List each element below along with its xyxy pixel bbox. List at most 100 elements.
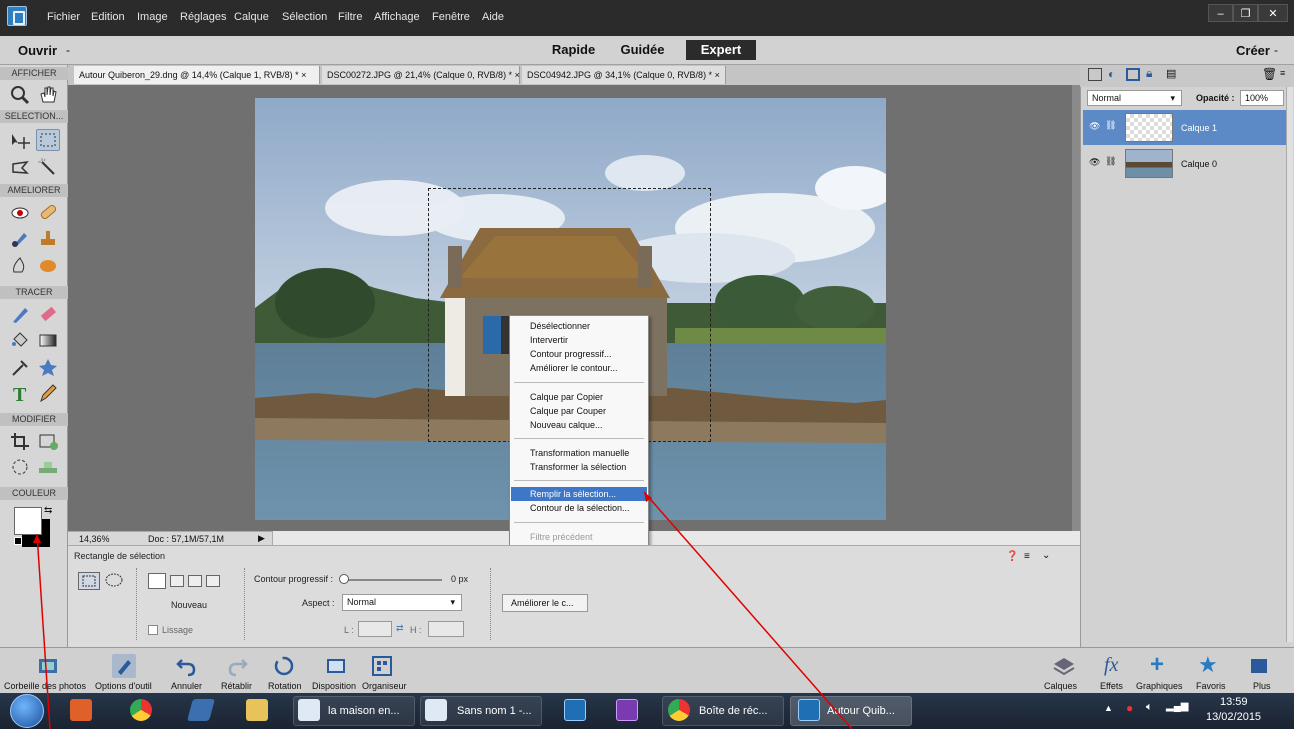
options-menu-icon[interactable]: ≡ bbox=[1024, 551, 1030, 562]
menu-fenetre[interactable]: Fenêtre bbox=[432, 11, 470, 23]
tab-dsc00272[interactable]: DSC00272.JPG @ 21,4% (Calque 0, RVB/8) *… bbox=[322, 66, 520, 84]
vertical-scrollbar[interactable] bbox=[1072, 85, 1080, 531]
clock-date[interactable]: 13/02/2015 bbox=[1206, 711, 1261, 723]
menu-item-contour-selection[interactable]: Contour de la sélection... bbox=[511, 501, 647, 515]
rotate-label[interactable]: Rotation bbox=[268, 681, 302, 691]
layer-row[interactable]: 👁︎ ⛓︎ Calque 0 bbox=[1083, 146, 1289, 181]
graphics-icon[interactable]: + bbox=[1150, 653, 1174, 678]
network-icon[interactable]: ▂▄▆ bbox=[1166, 701, 1188, 712]
clock-time[interactable]: 13:59 bbox=[1220, 696, 1248, 708]
undo-icon[interactable] bbox=[174, 654, 198, 678]
minimize-button[interactable]: – bbox=[1208, 4, 1233, 22]
menu-item-remplir-selection[interactable]: Remplir la sélection... bbox=[511, 487, 647, 501]
photoshop-elements-icon[interactable] bbox=[564, 699, 586, 721]
eyedropper-tool-icon[interactable] bbox=[8, 356, 32, 378]
gradient-tool-icon[interactable] bbox=[36, 329, 60, 351]
trash-icon[interactable]: 🗑︎ bbox=[1262, 67, 1277, 81]
default-colors-icon[interactable] bbox=[14, 537, 22, 545]
status-menu-icon[interactable]: ▶ bbox=[258, 532, 265, 545]
recompose-tool-icon[interactable] bbox=[36, 430, 60, 452]
add-selection-mode-icon[interactable] bbox=[170, 575, 184, 587]
premiere-elements-icon[interactable] bbox=[616, 699, 638, 721]
straighten-tool-icon[interactable] bbox=[36, 456, 60, 478]
photo-bin-icon[interactable] bbox=[36, 654, 60, 678]
rect-marquee-option-icon[interactable] bbox=[78, 572, 100, 590]
more-icon[interactable] bbox=[1248, 654, 1272, 678]
clone-stamp-tool-icon[interactable] bbox=[36, 227, 60, 249]
rectangle-marquee-tool-icon[interactable] bbox=[36, 129, 60, 151]
new-selection-mode-icon[interactable] bbox=[148, 573, 166, 589]
menu-item-deselectionner[interactable]: Désélectionner bbox=[511, 319, 647, 333]
lasso-tool-icon[interactable] bbox=[8, 156, 32, 178]
opacity-input[interactable]: 100% bbox=[1240, 90, 1284, 106]
blend-mode-select[interactable]: Normal ▾ bbox=[1087, 90, 1182, 106]
open-dropdown-icon[interactable]: - bbox=[66, 43, 70, 57]
layout-label[interactable]: Disposition bbox=[312, 681, 356, 691]
custom-shape-tool-icon[interactable] bbox=[36, 356, 60, 378]
menu-item-transformation-manuelle[interactable]: Transformation manuelle bbox=[511, 446, 647, 460]
mode-rapide-button[interactable]: Rapide bbox=[545, 40, 602, 60]
menu-affichage[interactable]: Affichage bbox=[374, 11, 420, 23]
magic-wand-tool-icon[interactable] bbox=[36, 156, 60, 178]
redo-label[interactable]: Rétablir bbox=[221, 681, 252, 691]
menu-edition[interactable]: Edition bbox=[91, 11, 125, 23]
redo-icon[interactable] bbox=[226, 654, 250, 678]
layout-icon[interactable] bbox=[324, 654, 348, 678]
graphics-label[interactable]: Graphiques bbox=[1136, 681, 1183, 691]
menu-selection[interactable]: Sélection bbox=[282, 11, 327, 23]
lock-icon[interactable]: 🔒︎ bbox=[1146, 66, 1152, 81]
tab-autour-quiberon[interactable]: Autour Quiberon_29.dng @ 14,4% (Calque 1… bbox=[74, 66, 320, 84]
menu-aide[interactable]: Aide bbox=[482, 11, 504, 23]
paint-bucket-tool-icon[interactable] bbox=[8, 329, 32, 351]
collapse-icon[interactable]: ⌄ bbox=[1042, 550, 1050, 561]
layers-label[interactable]: Calques bbox=[1044, 681, 1077, 691]
favorites-icon[interactable]: ★ bbox=[1198, 654, 1222, 678]
sponge-tool-icon[interactable] bbox=[36, 254, 60, 276]
type-tool-icon[interactable]: T bbox=[8, 382, 32, 406]
rotate-icon[interactable] bbox=[272, 654, 296, 678]
intersect-selection-mode-icon[interactable] bbox=[206, 575, 220, 587]
menu-item-transformer-selection[interactable]: Transformer la sélection bbox=[511, 460, 647, 474]
mode-expert-button[interactable]: Expert bbox=[686, 40, 756, 60]
menu-item-intervertir[interactable]: Intervertir bbox=[511, 333, 647, 347]
adjustment-layer-icon[interactable]: ◐ bbox=[1108, 67, 1115, 81]
menu-item-calque-par-couper[interactable]: Calque par Couper bbox=[511, 404, 647, 418]
layer-row[interactable]: 👁︎ ⛓︎ Calque 1 bbox=[1083, 110, 1289, 145]
width-input[interactable] bbox=[358, 621, 392, 637]
height-input[interactable] bbox=[428, 621, 464, 637]
panel-menu-icon[interactable]: ≡ bbox=[1280, 68, 1285, 78]
menu-item-filtre-precedent[interactable]: Filtre précédent bbox=[511, 530, 647, 544]
chain-link-icon[interactable]: ⛓︎ bbox=[1105, 156, 1116, 167]
menu-item-ameliorer-contour[interactable]: Améliorer le contour... bbox=[511, 361, 647, 375]
restore-button[interactable]: ❐ bbox=[1233, 4, 1258, 22]
red-eye-tool-icon[interactable] bbox=[8, 201, 32, 223]
move-tool-icon[interactable] bbox=[8, 131, 32, 153]
open-button[interactable]: Ouvrir bbox=[18, 43, 57, 58]
layer-name[interactable]: Calque 1 bbox=[1181, 123, 1217, 133]
antivirus-icon[interactable]: ● bbox=[1126, 701, 1133, 715]
swap-dimensions-icon[interactable]: ⇄ bbox=[396, 623, 404, 634]
show-hidden-icons[interactable]: ▲ bbox=[1104, 703, 1113, 713]
blur-tool-icon[interactable] bbox=[8, 254, 32, 276]
picasa-icon[interactable] bbox=[130, 699, 152, 721]
zoom-tool-icon[interactable] bbox=[8, 84, 32, 106]
feather-slider-track[interactable] bbox=[346, 579, 442, 581]
pencil-tool-icon[interactable] bbox=[36, 382, 60, 404]
menu-calque[interactable]: Calque bbox=[234, 11, 269, 23]
menu-item-nouveau-calque[interactable]: Nouveau calque... bbox=[511, 418, 647, 432]
tool-options-label[interactable]: Options d'outil bbox=[95, 681, 152, 691]
feather-slider-handle[interactable] bbox=[339, 574, 349, 584]
visibility-eye-icon[interactable]: 👁︎ bbox=[1089, 121, 1100, 132]
create-button[interactable]: Créer bbox=[1236, 43, 1270, 58]
media-player-icon[interactable] bbox=[70, 699, 92, 721]
book-icon[interactable] bbox=[187, 699, 215, 721]
effects-icon[interactable]: fx bbox=[1104, 654, 1128, 678]
explorer-icon[interactable] bbox=[246, 699, 268, 721]
more-label[interactable]: Plus bbox=[1253, 681, 1271, 691]
layer-mask-icon[interactable] bbox=[1126, 68, 1140, 81]
refine-edge-button[interactable]: Améliorer le c... bbox=[502, 594, 588, 612]
start-button[interactable] bbox=[10, 694, 44, 728]
brush-tool-icon[interactable] bbox=[8, 303, 32, 325]
smart-brush-tool-icon[interactable] bbox=[8, 227, 32, 249]
new-layer-icon[interactable] bbox=[1088, 68, 1102, 81]
